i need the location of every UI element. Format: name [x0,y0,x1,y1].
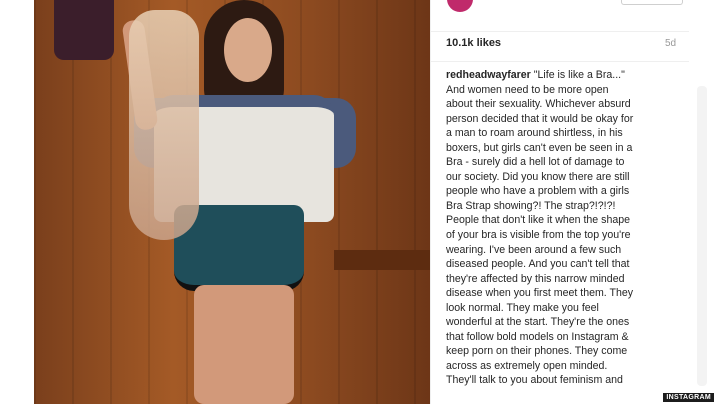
caption-text: wearing. I've been around a few such [446,243,622,256]
caption-line: Bra - surely did a hell lot of damage to [446,155,681,170]
post-caption: redheadwayfarer "Life is like a Bra..." A… [446,68,681,388]
caption-line: They'll talk to you about feminism and [446,373,681,388]
person-legs [194,285,294,404]
caption-text: person decided that it would be okay for [446,112,634,125]
caption-line: redheadwayfarer "Life is like a Bra..." [446,68,681,83]
username-link[interactable]: redheadwayfarer [446,69,531,81]
caption-text: And women need to be more open [446,83,609,96]
caption-line: across as extremely open minded. [446,359,681,374]
caption-line: a man to roam around shirtless, in his [446,126,681,141]
hanging-clothes [54,0,114,60]
caption-text: People that don't like it when the shape [446,214,631,227]
divider [431,61,689,62]
caption-line: wonderful at the start. They're the ones [446,315,681,330]
caption-text: diseased people. And you can't tell that [446,258,630,271]
caption-text: look normal. They make you feel [446,301,599,314]
caption-text: boxers, but girls can't even be seen in … [446,141,633,154]
caption-line: person decided that it would be okay for [446,112,681,127]
caption-text: of your bra is visible from the top you'… [446,229,631,242]
scrollbar[interactable] [697,86,707,386]
caption-text: Bra - surely did a hell lot of damage to [446,156,625,169]
caption-line: that follow bold models on Instagram & [446,330,681,345]
caption-text: across as extremely open minded. [446,359,608,372]
caption-text: our society. Did you know there are stil… [446,170,630,183]
caption-line: people who have a problem with a girls [446,184,681,199]
avatar[interactable] [447,0,473,12]
likes-count[interactable]: 10.1k likes [446,37,501,49]
caption-text: Bra Strap showing?! The strap?!?!?! [446,199,616,212]
caption-line: keep porn on their phones. They come [446,344,681,359]
post-age: 5d [665,38,677,49]
caption-text: "Life is like a Bra..." [530,69,625,81]
caption-text: they're affected by this narrow minded [446,272,625,285]
divider [431,31,689,32]
follow-button[interactable] [621,0,683,5]
caption-line: diseased people. And you can't tell that [446,257,681,272]
caption-line: wearing. I've been around a few such [446,243,681,258]
shelf [334,250,430,270]
caption-text: about their sexuality. Whichever absurd [446,98,631,111]
caption-line: And women need to be more open [446,83,681,98]
caption-line: look normal. They make you feel [446,301,681,316]
caption-text: disease when you first meet them. They [446,287,634,300]
caption-text: people who have a problem with a girls [446,185,630,198]
caption-line: about their sexuality. Whichever absurd [446,97,681,112]
person-face [224,18,272,82]
caption-line: they're affected by this narrow minded [446,272,681,287]
caption-text: They'll talk to you about feminism and [446,374,623,387]
caption-line: of your bra is visible from the top you'… [446,228,681,243]
caption-text: that follow bold models on Instagram & [446,330,629,343]
watermark: INSTAGRAM [663,393,714,402]
caption-line: People that don't like it when the shape [446,213,681,228]
caption-line: disease when you first meet them. They [446,286,681,301]
caption-text: a man to roam around shirtless, in his [446,127,623,140]
caption-line: our society. Did you know there are stil… [446,170,681,185]
caption-text: wonderful at the start. They're the ones [446,316,630,329]
post-photo[interactable] [34,0,430,404]
caption-line: boxers, but girls can't even be seen in … [446,141,681,156]
caption-text: keep porn on their phones. They come [446,345,628,358]
post-side-panel: 10.1k likes 5d redheadwayfarer "Life is … [430,0,689,404]
held-bra [129,10,199,240]
caption-line: Bra Strap showing?! The strap?!?!?! [446,199,681,214]
